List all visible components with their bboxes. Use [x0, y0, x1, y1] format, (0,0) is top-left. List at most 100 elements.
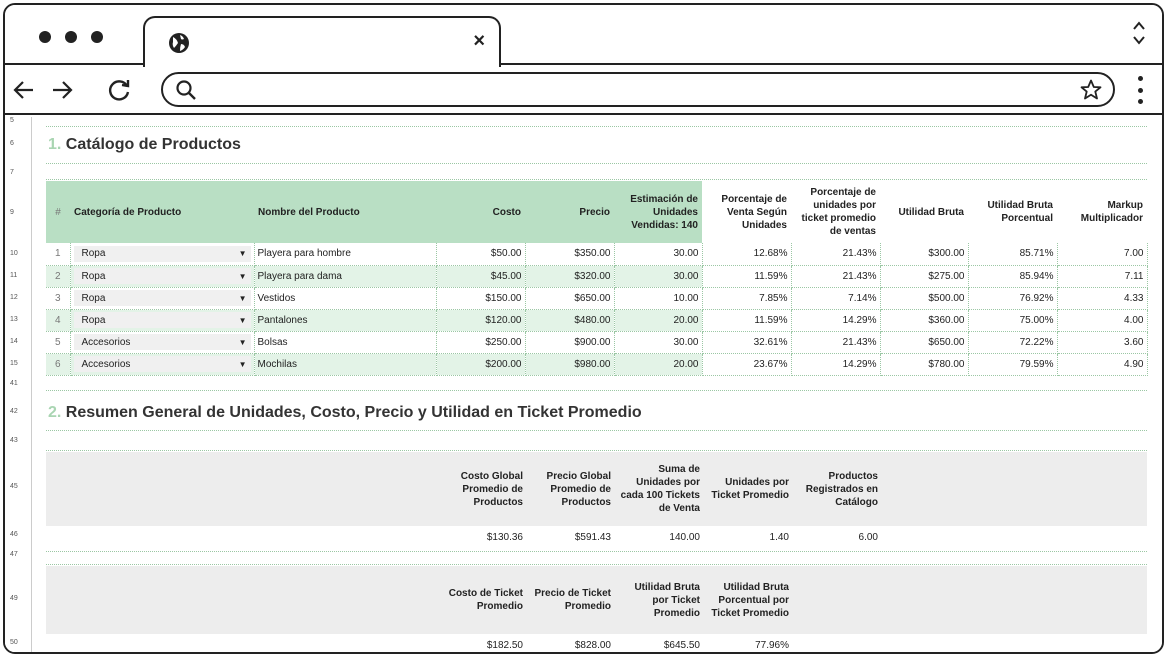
- back-arrow-icon[interactable]: [11, 77, 37, 103]
- summary-2-value[interactable]: $828.00: [527, 634, 615, 652]
- cell-units[interactable]: 20.00: [614, 353, 703, 376]
- cell-markup[interactable]: 7.00: [1057, 243, 1148, 266]
- cell-cost[interactable]: $250.00: [436, 331, 526, 354]
- row-number: 45: [10, 483, 18, 490]
- dropdown-arrow-icon[interactable]: ▼: [239, 316, 247, 325]
- cell-price[interactable]: $320.00: [525, 265, 615, 288]
- cell-cost[interactable]: $150.00: [436, 287, 526, 310]
- summary-1-header: Productos Registrados en Catálogo: [793, 452, 882, 526]
- summary-2-value[interactable]: $645.50: [615, 634, 704, 652]
- cell-category[interactable]: Accesorios ▼: [70, 353, 255, 376]
- dropdown-arrow-icon[interactable]: ▼: [239, 294, 247, 303]
- window-controls[interactable]: [39, 31, 103, 43]
- cell-category[interactable]: Ropa ▼: [70, 265, 255, 288]
- summary-1-value[interactable]: 1.40: [704, 526, 793, 548]
- cell-profit-pct[interactable]: 79.59%: [968, 353, 1058, 376]
- dropdown-arrow-icon[interactable]: ▼: [239, 272, 247, 281]
- cell-units[interactable]: 30.00: [614, 243, 703, 266]
- cell-units[interactable]: 10.00: [614, 287, 703, 310]
- cell-units[interactable]: 30.00: [614, 265, 703, 288]
- summary-1-value[interactable]: 140.00: [615, 526, 704, 548]
- summary-1-value[interactable]: 6.00: [793, 526, 882, 548]
- cell-profit[interactable]: $500.00: [880, 287, 969, 310]
- cell-product-name[interactable]: Mochilas: [254, 353, 437, 376]
- summary-2-spacer: [793, 566, 1147, 634]
- cell-profit[interactable]: $650.00: [880, 331, 969, 354]
- cell-cost[interactable]: $200.00: [436, 353, 526, 376]
- kebab-menu-icon[interactable]: [1138, 76, 1144, 104]
- cell-pct-ticket[interactable]: 21.43%: [791, 243, 881, 266]
- cell-pct-ticket[interactable]: 14.29%: [791, 353, 881, 376]
- cell-price[interactable]: $650.00: [525, 287, 615, 310]
- cell-pct-sales[interactable]: 32.61%: [702, 331, 792, 354]
- cell-pct-sales[interactable]: 11.59%: [702, 265, 792, 288]
- cell-pct-sales[interactable]: 7.85%: [702, 287, 792, 310]
- dropdown-arrow-icon[interactable]: ▼: [239, 338, 247, 347]
- cell-profit[interactable]: $780.00: [880, 353, 969, 376]
- cell-product-name[interactable]: Bolsas: [254, 331, 437, 354]
- tab-close-button[interactable]: ×: [473, 30, 485, 52]
- cell-category[interactable]: Ropa ▼: [70, 243, 255, 266]
- cell-profit-pct[interactable]: 76.92%: [968, 287, 1058, 310]
- cell-profit-pct[interactable]: 85.71%: [968, 243, 1058, 266]
- category-dropdown[interactable]: Ropa ▼: [73, 290, 251, 306]
- cell-profit[interactable]: $275.00: [880, 265, 969, 288]
- summary-2-value[interactable]: 77.96%: [704, 634, 793, 652]
- gridline: [46, 126, 1147, 127]
- category-value: Accesorios: [81, 358, 131, 370]
- forward-arrow-icon[interactable]: [49, 77, 75, 103]
- cell-profit-pct[interactable]: 72.22%: [968, 331, 1058, 354]
- cell-product-name[interactable]: Playera para hombre: [254, 243, 437, 266]
- summary-1-value[interactable]: $130.36: [438, 526, 527, 548]
- cell-markup[interactable]: 4.33: [1057, 287, 1148, 310]
- cell-profit[interactable]: $300.00: [880, 243, 969, 266]
- cell-markup[interactable]: 4.00: [1057, 309, 1148, 332]
- cell-product-name[interactable]: Vestidos: [254, 287, 437, 310]
- cell-profit-pct[interactable]: 85.94%: [968, 265, 1058, 288]
- category-dropdown[interactable]: Ropa ▼: [73, 245, 251, 262]
- cell-units[interactable]: 20.00: [614, 309, 703, 332]
- cell-cost[interactable]: $120.00: [436, 309, 526, 332]
- cell-price[interactable]: $980.00: [525, 353, 615, 376]
- reload-icon[interactable]: [107, 77, 133, 103]
- summary-1-spacer: [882, 452, 1147, 526]
- summary-2-value[interactable]: $182.50: [438, 634, 527, 652]
- cell-markup[interactable]: 4.90: [1057, 353, 1148, 376]
- cell-pct-ticket[interactable]: 14.29%: [791, 309, 881, 332]
- cell-pct-sales[interactable]: 23.67%: [702, 353, 792, 376]
- browser-tab[interactable]: ×: [143, 16, 501, 67]
- category-dropdown[interactable]: Ropa ▼: [73, 268, 251, 284]
- cell-product-name[interactable]: Playera para dama: [254, 265, 437, 288]
- cell-category[interactable]: Ropa ▼: [70, 309, 255, 332]
- catalog-title-number: 1.: [48, 136, 62, 153]
- category-dropdown[interactable]: Accesorios ▼: [73, 356, 251, 372]
- cell-markup[interactable]: 7.11: [1057, 265, 1148, 288]
- summary-1-value[interactable]: $591.43: [527, 526, 615, 548]
- category-dropdown[interactable]: Accesorios ▼: [73, 334, 251, 350]
- cell-price[interactable]: $900.00: [525, 331, 615, 354]
- chevron-updown-icon[interactable]: [1132, 19, 1146, 47]
- cell-price[interactable]: $480.00: [525, 309, 615, 332]
- star-icon[interactable]: [1079, 78, 1103, 102]
- dropdown-arrow-icon[interactable]: ▼: [239, 360, 247, 369]
- address-bar[interactable]: [161, 72, 1115, 107]
- cell-category[interactable]: Accesorios ▼: [70, 331, 255, 354]
- cell-profit[interactable]: $360.00: [880, 309, 969, 332]
- cell-product-name[interactable]: Pantalones: [254, 309, 437, 332]
- cell-pct-ticket[interactable]: 21.43%: [791, 265, 881, 288]
- dropdown-arrow-icon[interactable]: ▼: [239, 249, 247, 258]
- cell-units[interactable]: 30.00: [614, 331, 703, 354]
- row-number: 10: [10, 250, 18, 257]
- category-dropdown[interactable]: Ropa ▼: [73, 312, 251, 328]
- cell-markup[interactable]: 3.60: [1057, 331, 1148, 354]
- cell-category[interactable]: Ropa ▼: [70, 287, 255, 310]
- cell-cost[interactable]: $50.00: [436, 243, 526, 266]
- cell-pct-ticket[interactable]: 21.43%: [791, 331, 881, 354]
- cell-pct-ticket[interactable]: 7.14%: [791, 287, 881, 310]
- cell-pct-sales[interactable]: 11.59%: [702, 309, 792, 332]
- cell-cost[interactable]: $45.00: [436, 265, 526, 288]
- cell-profit-pct[interactable]: 75.00%: [968, 309, 1058, 332]
- cell-price[interactable]: $350.00: [525, 243, 615, 266]
- cell-pct-sales[interactable]: 12.68%: [702, 243, 792, 266]
- category-value: Ropa: [81, 292, 106, 304]
